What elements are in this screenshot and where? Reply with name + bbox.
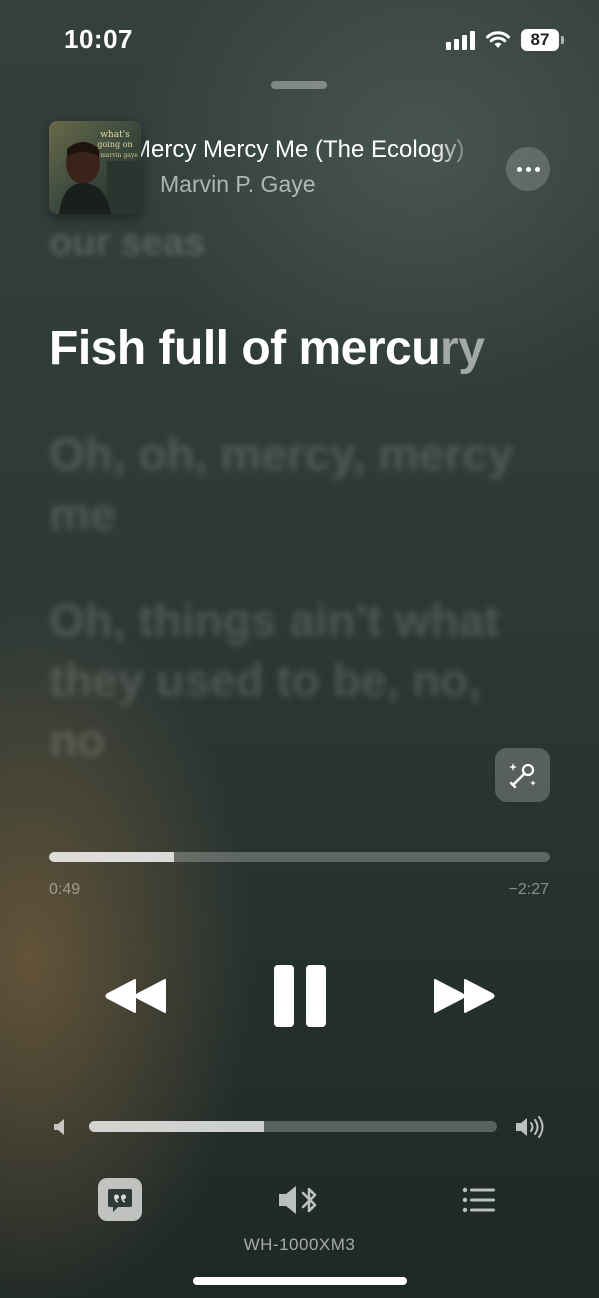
song-title-container[interactable]: Mercy Mercy Me (The Ecology) <box>141 136 476 170</box>
volume-high-icon <box>516 1116 544 1138</box>
artist-name[interactable]: Marvin P. Gaye <box>160 171 316 198</box>
volume-level-fill <box>89 1121 265 1132</box>
pause-icon <box>274 965 294 1027</box>
forward-button[interactable] <box>428 970 500 1022</box>
list-icon <box>462 1187 495 1213</box>
speaker-bluetooth-icon[interactable] <box>277 1183 323 1217</box>
lyric-current-rest: ry <box>440 322 485 375</box>
pause-button[interactable] <box>272 964 328 1028</box>
lyric-line-previous[interactable]: our seas <box>49 222 549 265</box>
backward-icon <box>105 979 166 1013</box>
status-time: 10:07 <box>64 24 133 54</box>
ellipsis-icon <box>516 166 522 172</box>
sing-button[interactable] <box>495 748 550 802</box>
volume-slider[interactable] <box>89 1121 497 1132</box>
elapsed-time: 0:49 <box>49 881 81 898</box>
lyric-line-next[interactable]: Oh, things ain't what they used to be, n… <box>49 590 549 770</box>
artwork-artist-text: marvin gaye <box>100 152 138 159</box>
queue-button[interactable] <box>461 1186 497 1214</box>
song-title: Mercy Mercy Me (The Ecology) <box>141 136 465 163</box>
playback-progress-fill <box>49 852 175 862</box>
lyric-line-next[interactable]: Oh, oh, mercy, mercy me <box>49 424 549 544</box>
lyric-line-current[interactable]: Fish full of mercury <box>49 320 549 378</box>
microphone-sparkle-icon <box>508 763 536 789</box>
remaining-time: −2:27 <box>508 881 549 898</box>
album-artwork[interactable]: what's going on marvin gaye <box>49 121 141 214</box>
status-indicators: 87 <box>446 26 564 54</box>
battery-icon: 87 <box>521 29 564 51</box>
quote-bubble-icon <box>108 1188 132 1212</box>
forward-icon <box>434 979 495 1013</box>
artwork-title-text: what's <box>100 130 130 140</box>
wifi-icon <box>486 31 510 48</box>
artwork-subtitle-text: going on <box>97 140 132 149</box>
lyric-current-sung: Fish full of mercu <box>49 322 441 375</box>
playback-scrubber[interactable] <box>49 852 550 862</box>
cellular-signal-icon <box>446 30 475 50</box>
volume-low-icon <box>54 1119 64 1135</box>
more-button[interactable] <box>506 147 550 191</box>
rewind-button[interactable] <box>100 970 172 1022</box>
home-indicator[interactable] <box>193 1277 407 1285</box>
lyrics-button[interactable] <box>98 1178 142 1221</box>
output-device-name: WH-1000XM3 <box>243 1235 356 1254</box>
sheet-grabber[interactable] <box>271 81 327 89</box>
battery-level: 87 <box>530 30 550 49</box>
